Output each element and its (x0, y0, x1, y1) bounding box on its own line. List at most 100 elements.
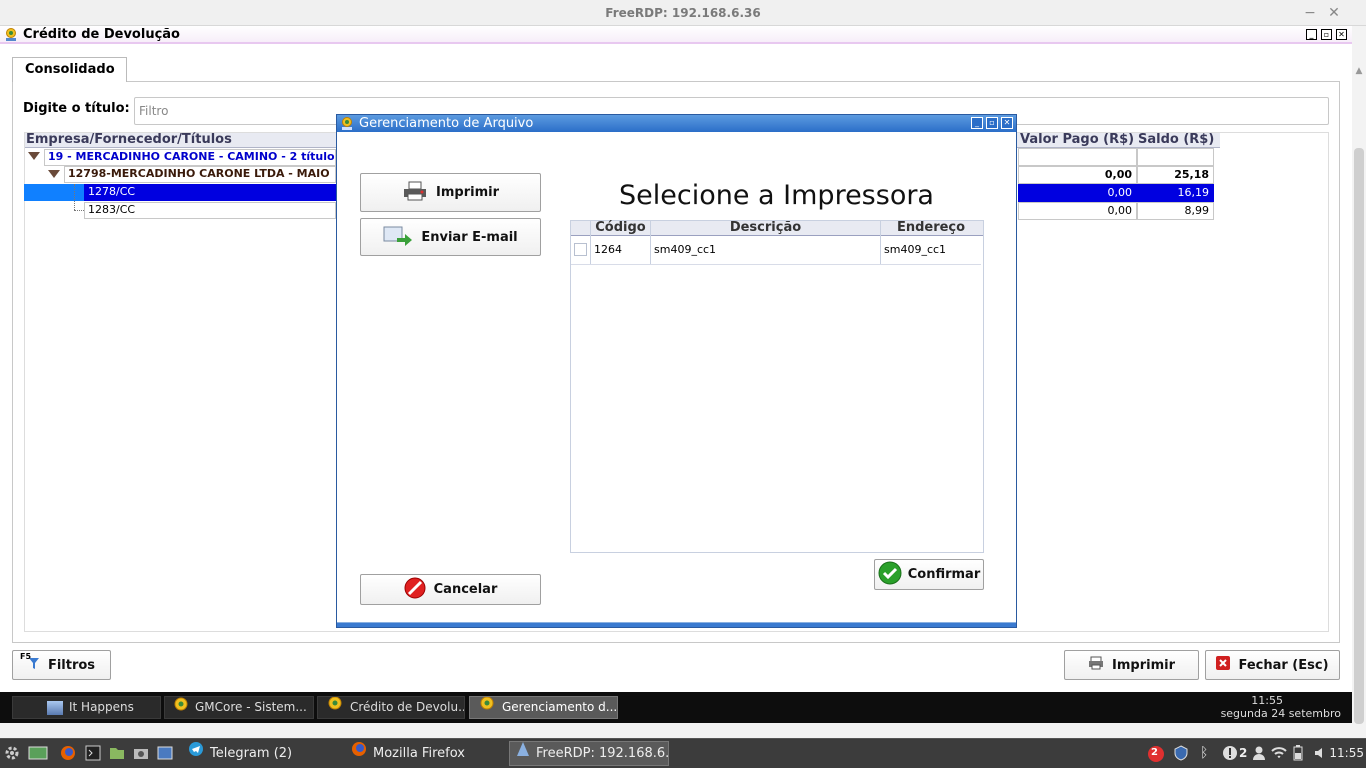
screenshot-icon[interactable] (133, 745, 149, 761)
panel-task-label: Telegram (2) (210, 746, 293, 761)
close-red-icon (1216, 656, 1231, 674)
row-valor-pago: 0,00 (1018, 184, 1137, 202)
settings-gear-icon[interactable] (4, 745, 20, 761)
dialog-maximize-button[interactable]: ▫ (986, 117, 998, 129)
app-title-bar (0, 26, 1352, 44)
row-saldo: 8,99 (1137, 202, 1214, 220)
inner-clock-time: 11:55 (1251, 694, 1283, 707)
printer-checkbox[interactable] (574, 243, 587, 256)
printer-codigo: 1264 (594, 243, 622, 256)
app-minimize-button[interactable]: _ (1306, 29, 1317, 40)
column-header-empresa[interactable]: Empresa/Fornecedor/Títulos (26, 132, 232, 147)
horizontal-scrollbar[interactable] (0, 723, 1352, 738)
gmcore-icon (173, 697, 189, 718)
panel-task-label: FreeRDP: 192.168.6.... (536, 746, 669, 761)
alert-count: 2 (1239, 746, 1248, 760)
taskbar-item-label: It Happens (69, 700, 134, 714)
taskbar-item-gmcore[interactable]: GMCore - Sistem... (164, 696, 314, 719)
taskbar-item-label: Crédito de Devolu... (350, 700, 465, 714)
filtros-label: Filtros (47, 657, 96, 673)
bluetooth-icon[interactable]: ᛒ (1200, 745, 1212, 761)
row-titulo: 1283/CC (88, 203, 136, 216)
column-header-valor-pago[interactable]: Valor Pago (R$) (1020, 132, 1134, 147)
rdp-close-button[interactable]: ✕ (1324, 2, 1344, 24)
enviar-email-button[interactable]: Enviar E-mail (360, 218, 541, 256)
cancelar-label: Cancelar (433, 582, 498, 597)
dialog-bottom-border (337, 622, 1016, 627)
freerdp-icon (516, 742, 530, 765)
image-viewer-icon[interactable] (157, 745, 173, 761)
dialog-close-button[interactable]: ✕ (1001, 117, 1013, 129)
column-header-endereco[interactable]: Endereço (881, 220, 981, 235)
inner-clock-date: segunda 24 setembro (1220, 707, 1341, 720)
printer-descricao: sm409_cc1 (654, 243, 717, 256)
shield-icon[interactable] (1173, 745, 1189, 761)
column-header-saldo[interactable]: Saldo (R$) (1138, 132, 1214, 147)
taskbar-item-credito[interactable]: Crédito de Devolu... (317, 696, 465, 719)
taskbar-item-label: Gerenciamento d... (502, 700, 618, 714)
column-header-codigo[interactable]: Código (591, 220, 650, 235)
desktop-icon[interactable] (28, 745, 48, 761)
panel-task-telegram[interactable]: Telegram (2) (182, 741, 342, 766)
file-manager-icon[interactable] (109, 745, 125, 761)
imprimir-button[interactable]: Imprimir (1064, 650, 1199, 680)
taskbar-item-it-happens[interactable]: It Happens (12, 696, 161, 719)
group-valor-pago-cell (1018, 148, 1137, 166)
terminal-icon[interactable] (85, 745, 101, 761)
fechar-label: Fechar (Esc) (1238, 657, 1329, 673)
app-logo-icon (5, 28, 17, 42)
printer-endereco: sm409_cc1 (884, 243, 947, 256)
dialog-logo-icon (341, 117, 353, 130)
expand-triangle-icon[interactable] (28, 152, 40, 160)
panel-task-freerdp-active[interactable]: FreeRDP: 192.168.6.... (509, 741, 669, 766)
scrollbar-thumb[interactable] (1354, 148, 1364, 724)
fechar-button[interactable]: Fechar (Esc) (1205, 650, 1340, 680)
rdp-minimize-button[interactable]: − (1300, 2, 1320, 24)
panel-clock[interactable]: 11:55 (1312, 746, 1364, 760)
row-titulo: 1278/CC (88, 185, 136, 198)
imprimir-label: Imprimir (1112, 657, 1175, 673)
printer-icon (402, 181, 428, 205)
row-valor-pago: 0,00 (1018, 202, 1137, 220)
row-saldo: 16,19 (1137, 184, 1214, 202)
telegram-icon (188, 741, 204, 766)
firefox-icon (351, 741, 367, 766)
tab-consolidado[interactable]: Consolidado (12, 57, 127, 82)
expand-triangle-icon[interactable] (48, 170, 60, 178)
subgroup-saldo-cell: 25,18 (1137, 166, 1214, 184)
confirmar-label: Confirmar (907, 567, 981, 582)
cancelar-button[interactable]: Cancelar (360, 574, 541, 605)
group-row-label: 19 - MERCADINHO CARONE - CAMINO - 2 títu… (48, 150, 335, 163)
dialog-minimize-button[interactable]: _ (971, 117, 983, 129)
column-header-descricao[interactable]: Descrição (651, 220, 880, 235)
user-icon[interactable] (1251, 745, 1267, 761)
window-icon (47, 700, 63, 715)
dialog-title: Gerenciamento de Arquivo (359, 116, 534, 131)
firefox-launcher-icon[interactable] (60, 745, 76, 761)
confirmar-button[interactable]: Confirmar (874, 559, 984, 590)
notification-count: 2 (1151, 747, 1158, 758)
filter-label: Digite o título: (23, 101, 130, 116)
inner-clock[interactable]: 11:55 segunda 24 setembro (1200, 694, 1341, 720)
scroll-up-arrow-icon[interactable]: ▲ (1352, 60, 1366, 82)
taskbar-item-gerenciamento-active[interactable]: Gerenciamento d... (469, 696, 618, 719)
select-printer-heading: Selecione a Impressora (619, 180, 934, 211)
send-email-icon (383, 224, 413, 250)
f5-shortcut-label: F5 (20, 652, 32, 661)
taskbar-item-label: GMCore - Sistem... (195, 700, 307, 714)
app-maximize-button[interactable]: ▫ (1321, 29, 1332, 40)
app-close-button[interactable]: ✕ (1336, 29, 1347, 40)
printer-table (570, 220, 984, 553)
gmcore-icon (478, 697, 496, 718)
dialog-imprimir-label: Imprimir (436, 185, 499, 200)
dialog-imprimir-button[interactable]: Imprimir (360, 173, 541, 212)
panel-task-label: Mozilla Firefox (373, 746, 465, 761)
cancel-icon (404, 577, 426, 603)
wifi-icon[interactable] (1271, 745, 1287, 761)
printer-icon (1088, 656, 1104, 674)
group-saldo-cell (1137, 148, 1214, 166)
alert-icon[interactable] (1222, 745, 1238, 761)
subgroup-row-label: 12798-MERCADINHO CARONE LTDA - MAIO (68, 167, 330, 180)
panel-task-firefox[interactable]: Mozilla Firefox (345, 741, 505, 766)
battery-icon[interactable] (1290, 745, 1306, 761)
